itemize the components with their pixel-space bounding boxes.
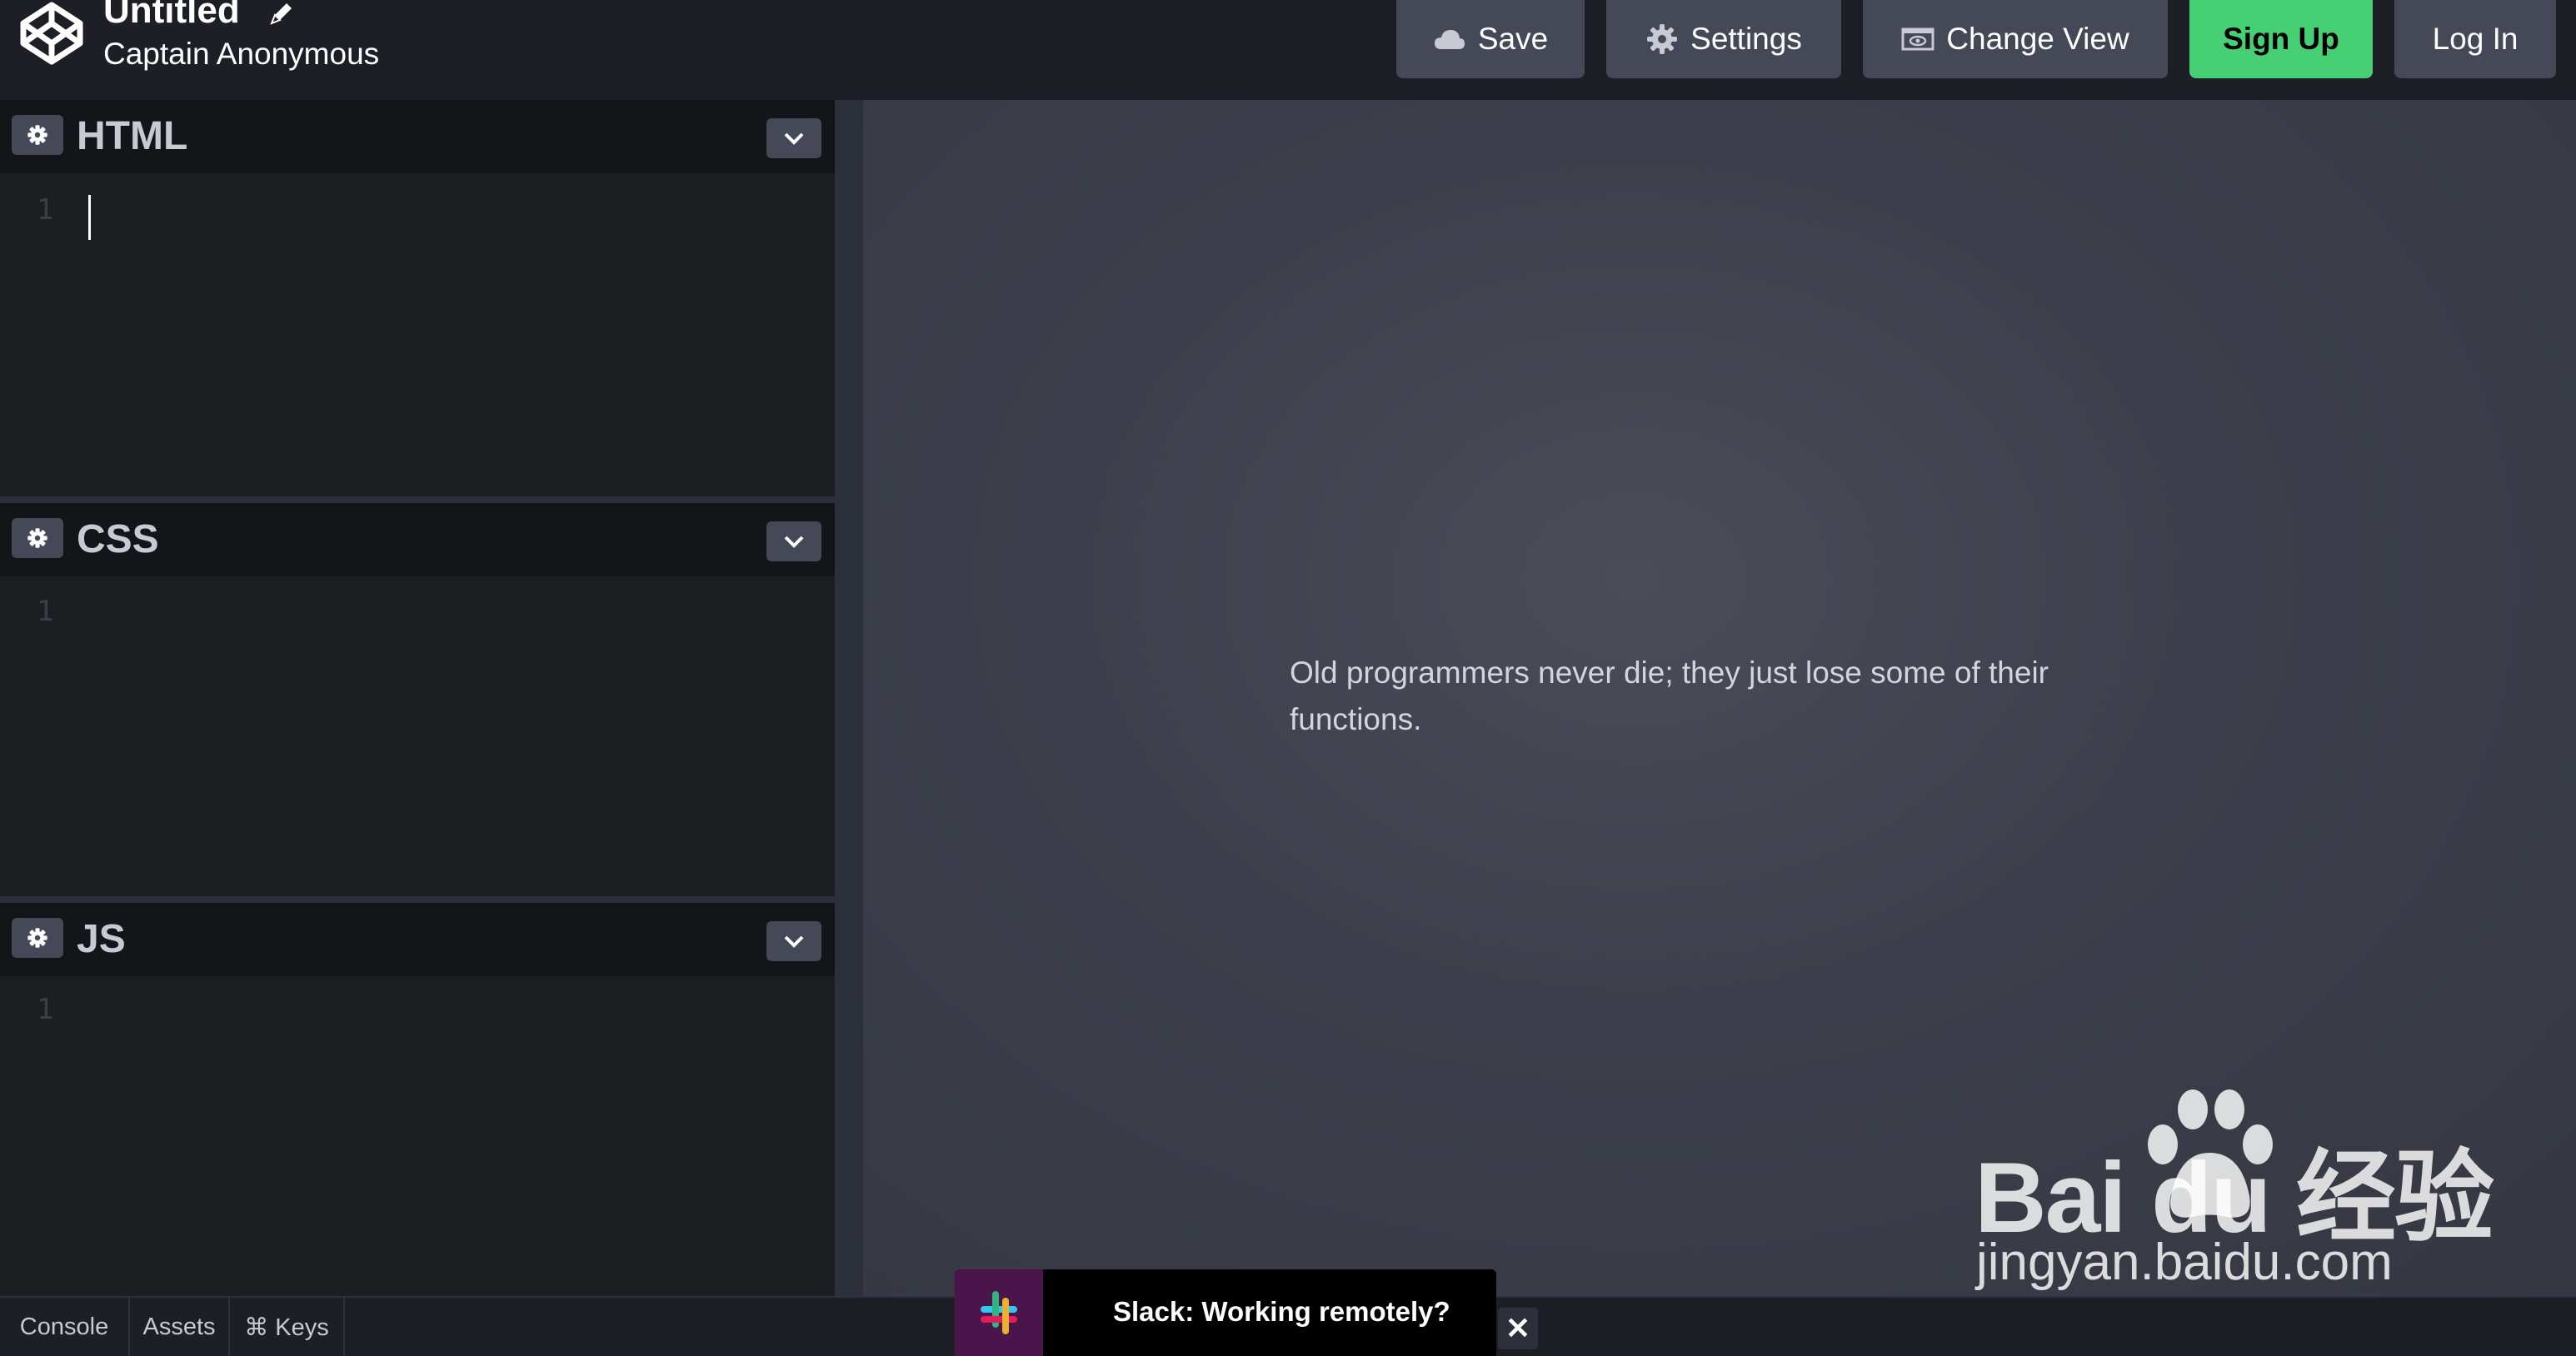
preview-text: Old programmers never die; they just los… xyxy=(1290,656,2049,736)
ad-text: Slack: Working remotely? xyxy=(1113,1296,1450,1327)
css-editor-panel: CSS 1 xyxy=(0,503,835,896)
chevron-down-icon xyxy=(784,536,804,548)
author-name[interactable]: Captain Anonymous xyxy=(103,37,379,72)
pen-title[interactable]: Untitled xyxy=(103,0,240,32)
html-settings-button[interactable] xyxy=(12,115,63,155)
js-editor-panel: JS 1 xyxy=(0,903,835,1296)
sign-up-button[interactable]: Sign Up xyxy=(2189,0,2373,78)
html-panel-header: HTML xyxy=(0,100,835,173)
line-number: 1 xyxy=(37,595,54,628)
js-panel-header: JS xyxy=(0,903,835,976)
window-icon xyxy=(1901,27,1934,51)
css-collapse-button[interactable] xyxy=(766,521,821,561)
panel-divider[interactable] xyxy=(0,896,835,903)
gear-icon xyxy=(27,528,47,548)
chevron-down-icon xyxy=(784,935,804,948)
change-view-button[interactable]: Change View xyxy=(1863,0,2168,78)
html-collapse-button[interactable] xyxy=(766,118,821,158)
js-panel-title: JS xyxy=(77,917,126,961)
console-tab[interactable]: Console xyxy=(0,1298,130,1356)
log-in-button[interactable]: Log In xyxy=(2394,0,2556,78)
editor-column: HTML 1 CSS 1 JS 1 xyxy=(0,100,835,1296)
html-panel-title: HTML xyxy=(77,114,188,158)
chevron-down-icon xyxy=(784,132,804,145)
slack-ad-banner[interactable]: Slack: Working remotely? xyxy=(955,1269,1496,1356)
settings-button[interactable]: Settings xyxy=(1606,0,1841,78)
close-ad-button[interactable]: ✕ xyxy=(1498,1308,1538,1349)
gear-icon xyxy=(27,125,47,145)
text-cursor xyxy=(88,195,91,240)
watermark-url: jingyan.baidu.com xyxy=(1976,1234,2393,1291)
css-panel-header: CSS xyxy=(0,503,835,576)
line-number: 1 xyxy=(37,993,54,1026)
css-settings-button[interactable] xyxy=(12,518,63,558)
gear-icon xyxy=(1647,24,1678,54)
html-editor-panel: HTML 1 xyxy=(0,100,835,496)
gear-icon xyxy=(27,928,47,948)
slack-logo-icon xyxy=(955,1269,1043,1356)
js-settings-button[interactable] xyxy=(12,918,63,958)
change-view-label: Change View xyxy=(1946,22,2129,56)
cloud-icon xyxy=(1434,30,1465,49)
header: Untitled Captain Anonymous Save Settings xyxy=(0,0,2576,100)
js-collapse-button[interactable] xyxy=(766,921,821,961)
panel-divider[interactable] xyxy=(0,496,835,503)
pencil-icon[interactable] xyxy=(267,0,297,28)
assets-tab[interactable]: Assets xyxy=(130,1298,230,1356)
save-label: Save xyxy=(1477,22,1549,56)
save-button[interactable]: Save xyxy=(1396,0,1585,78)
codepen-logo-icon[interactable] xyxy=(18,0,85,67)
css-panel-title: CSS xyxy=(77,517,159,561)
line-number: 1 xyxy=(37,193,54,227)
editor-preview-resizer[interactable] xyxy=(835,100,863,1296)
keys-tab[interactable]: ⌘ Keys xyxy=(230,1298,345,1356)
settings-label: Settings xyxy=(1690,22,1802,56)
